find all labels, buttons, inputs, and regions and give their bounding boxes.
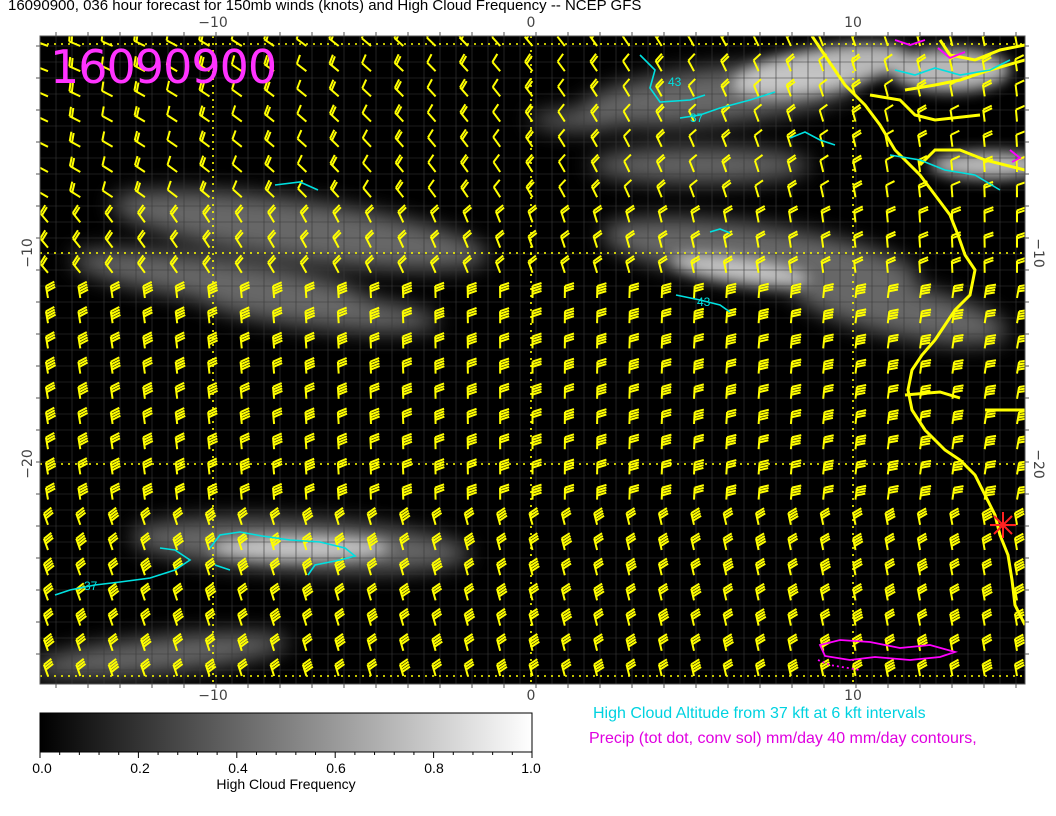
contour-label: 43 bbox=[697, 295, 711, 309]
left-tick-label: −20 bbox=[20, 449, 36, 479]
colorbar-tick-label: 0.6 bbox=[326, 760, 346, 776]
colorbar-ticks bbox=[39, 752, 533, 758]
right-tick-label: −10 bbox=[1030, 238, 1046, 268]
left-tick-label: −10 bbox=[20, 238, 36, 268]
colorbar-tick-label: 1.0 bbox=[521, 760, 541, 776]
right-tick-label: −20 bbox=[1030, 449, 1046, 479]
top-tick-label: 0 bbox=[527, 15, 536, 31]
top-tick-label: 10 bbox=[844, 15, 862, 31]
colorbar-tick-label: 0.8 bbox=[424, 760, 444, 776]
contour-label: 37 bbox=[690, 111, 704, 125]
bottom-tick-label: −10 bbox=[198, 688, 228, 704]
cloud-altitude-legend: High Cloud Altitude from 37 kft at 6 kft… bbox=[593, 705, 926, 722]
top-tick-label: −10 bbox=[198, 15, 228, 31]
date-stamp: 16090900 bbox=[50, 40, 277, 94]
colorbar-tick-label: 0.0 bbox=[32, 760, 52, 776]
colorbar-title: High Cloud Frequency bbox=[216, 776, 355, 792]
contour-label: 43 bbox=[668, 75, 682, 89]
precip-legend: Precip (tot dot, conv sol) mm/day 40 mm/… bbox=[589, 730, 977, 747]
colorbar bbox=[39, 712, 533, 753]
contour-label: 37 bbox=[84, 579, 98, 593]
colorbar-tick-label: 0.4 bbox=[228, 760, 248, 776]
bottom-tick-label: 10 bbox=[844, 688, 862, 704]
colorbar-tick-label: 0.2 bbox=[130, 760, 150, 776]
bottom-tick-label: 0 bbox=[527, 688, 536, 704]
forecast-map: 43 37 37 43 37 −10 0 10 −10 0 10 −10 −20… bbox=[20, 15, 1046, 792]
